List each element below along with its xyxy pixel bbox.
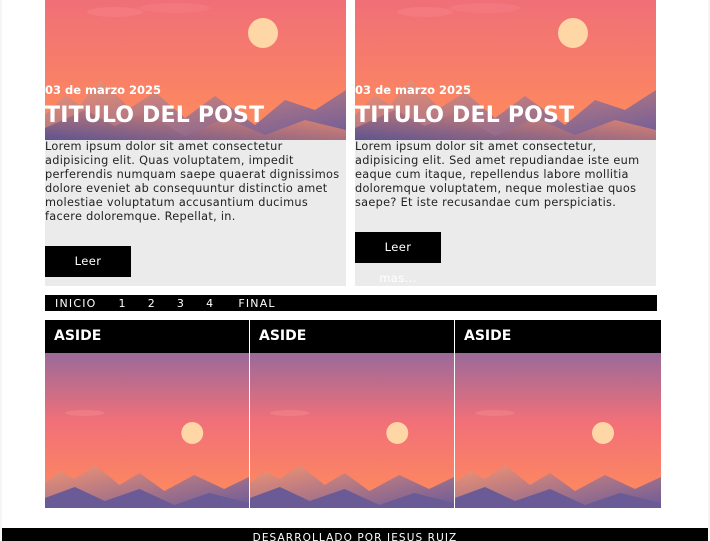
- post-title: TITULO DEL POST: [355, 103, 575, 128]
- read-more-button[interactable]: Leer mas...: [355, 232, 441, 285]
- read-more-button[interactable]: Leer mas...: [45, 246, 131, 299]
- footer-credit: DESARROLLADO POR JESUS RUIZ: [252, 532, 458, 541]
- pagination-page-4[interactable]: 4: [206, 297, 214, 310]
- aside-title: ASIDE: [455, 320, 661, 353]
- post-title: TITULO DEL POST: [45, 103, 265, 128]
- aside-desert-image: [45, 353, 249, 508]
- aside-card: ASIDE: [455, 320, 661, 508]
- aside-row: ASIDE ASIDE ASIDE: [45, 320, 661, 508]
- pagination-last-link[interactable]: FINAL: [238, 297, 275, 310]
- pagination-page-1[interactable]: 1: [119, 297, 127, 310]
- aside-title: ASIDE: [45, 320, 249, 353]
- post-excerpt: Lorem ipsum dolor sit amet consectetur, …: [355, 140, 640, 209]
- post-hero-image: 03 de marzo 2025 TITULO DEL POST: [45, 0, 346, 140]
- aside-desert-image: [455, 353, 661, 508]
- aside-title: ASIDE: [250, 320, 454, 353]
- pagination: INICIO 1 2 3 4 FINAL: [45, 295, 657, 311]
- post-hero-image: 03 de marzo 2025 TITULO DEL POST: [355, 0, 656, 140]
- aside-card: ASIDE: [250, 320, 455, 508]
- pagination-page-3[interactable]: 3: [177, 297, 185, 310]
- aside-desert-image: [250, 353, 454, 508]
- post-card: 03 de marzo 2025 TITULO DEL POST Lorem i…: [45, 0, 346, 299]
- page: 03 de marzo 2025 TITULO DEL POST Lorem i…: [2, 0, 708, 541]
- post-date: 03 de marzo 2025: [355, 83, 472, 97]
- post-excerpt: Lorem ipsum dolor sit amet consectetur a…: [45, 140, 340, 223]
- aside-card: ASIDE: [45, 320, 250, 508]
- post-card: 03 de marzo 2025 TITULO DEL POST Lorem i…: [355, 0, 656, 286]
- footer: DESARROLLADO POR JESUS RUIZ: [2, 528, 708, 541]
- post-date: 03 de marzo 2025: [45, 83, 162, 97]
- pagination-page-2[interactable]: 2: [148, 297, 156, 310]
- pagination-first-link[interactable]: INICIO: [55, 297, 97, 310]
